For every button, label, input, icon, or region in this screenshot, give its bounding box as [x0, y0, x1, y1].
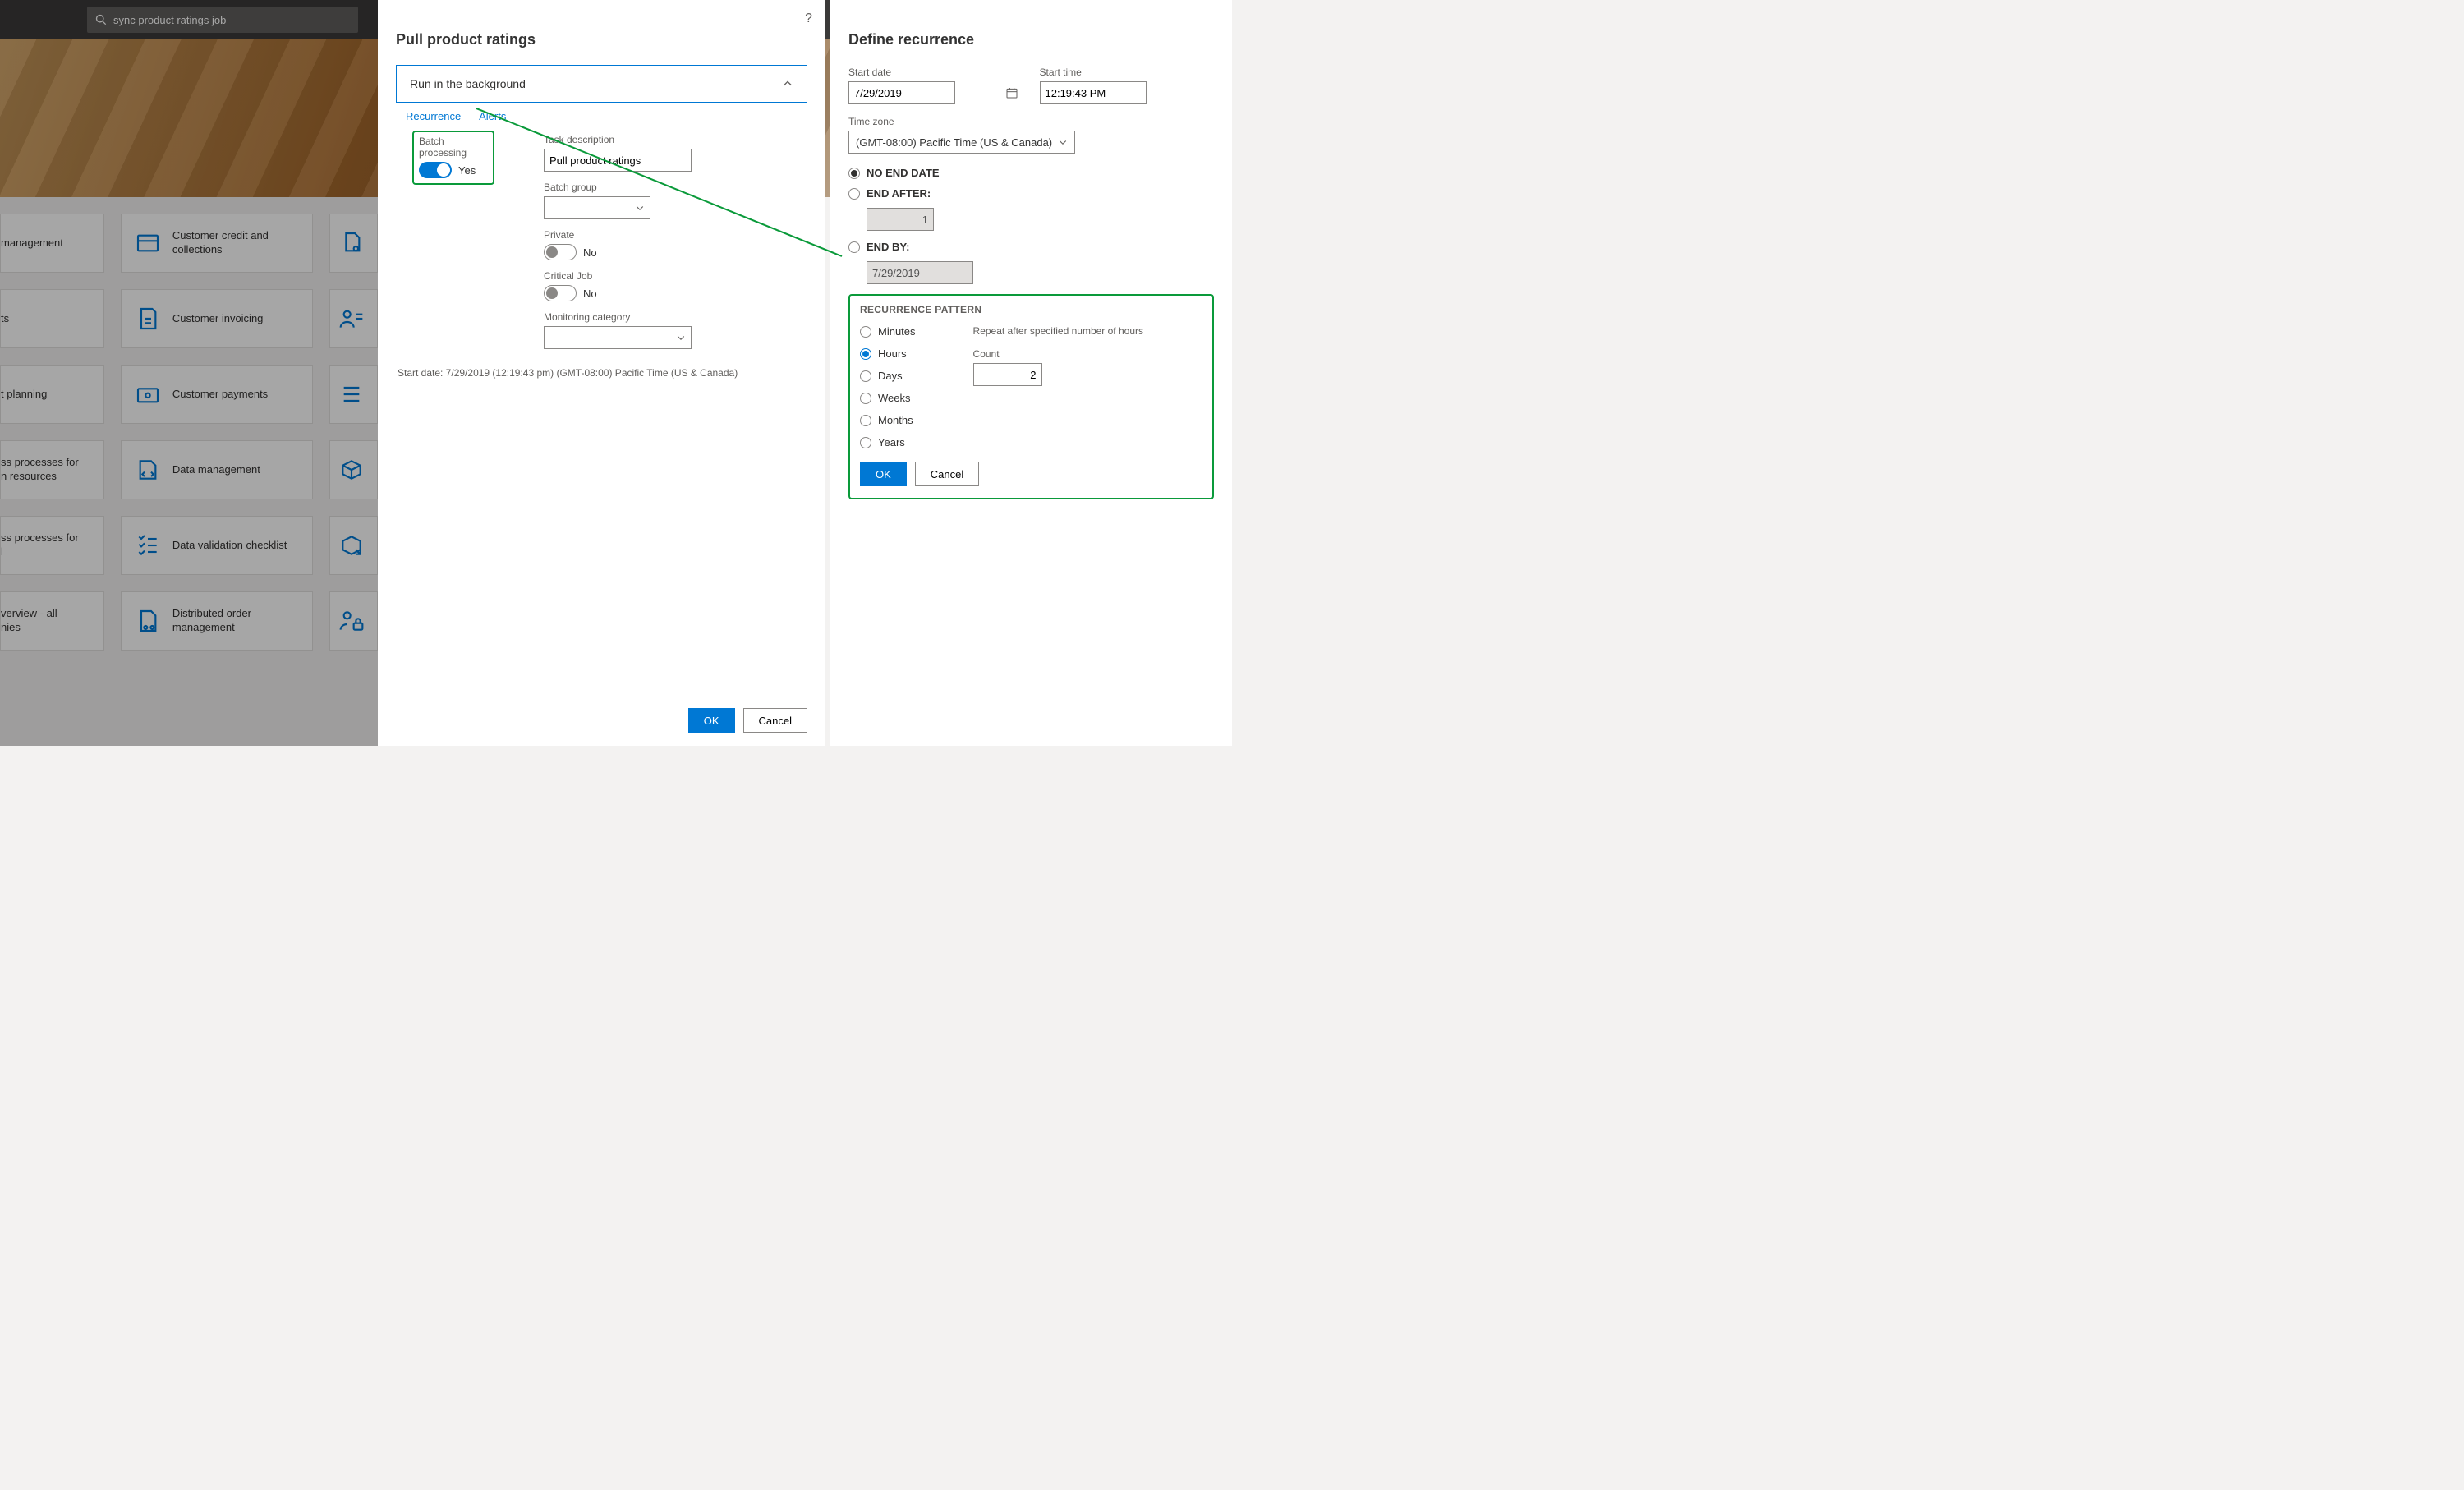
critical-toggle[interactable]	[544, 285, 577, 301]
start-date-input[interactable]	[848, 81, 955, 104]
batch-processing-value: Yes	[458, 164, 476, 177]
chevron-down-icon	[1058, 137, 1068, 147]
pattern-minutes[interactable]: Minutes	[860, 325, 916, 338]
pattern-years[interactable]: Years	[860, 436, 916, 448]
radio-icon	[860, 415, 871, 426]
radio-icon	[860, 348, 871, 360]
recurrence-cancel-button[interactable]: Cancel	[915, 462, 979, 486]
no-end-date-option[interactable]: NO END DATE	[848, 167, 1214, 179]
critical-value: No	[583, 287, 597, 300]
start-date-label: Start date	[848, 67, 1023, 78]
mid-ok-button[interactable]: OK	[688, 708, 735, 733]
end-by-input	[867, 261, 973, 284]
pattern-options: Minutes Hours Days Weeks Months Years	[860, 325, 916, 458]
radio-icon	[848, 188, 860, 200]
radio-icon	[860, 393, 871, 404]
accordion-header[interactable]: Run in the background	[397, 66, 807, 102]
monitoring-label: Monitoring category	[544, 311, 807, 323]
critical-label: Critical Job	[544, 270, 807, 282]
accordion-title: Run in the background	[410, 77, 526, 90]
calendar-icon[interactable]	[1005, 86, 1018, 99]
end-after-label: END AFTER:	[867, 187, 931, 200]
task-description-input[interactable]	[544, 149, 692, 172]
recurrence-pattern-highlight: RECURRENCE PATTERN Minutes Hours Days We…	[848, 294, 1214, 499]
start-time-input[interactable]	[1040, 81, 1147, 104]
start-date-status: Start date: 7/29/2019 (12:19:43 pm) (GMT…	[378, 359, 825, 387]
timezone-label: Time zone	[848, 116, 1214, 127]
end-by-option[interactable]: END BY:	[848, 241, 1214, 253]
batch-processing-label: Batch processing	[419, 136, 488, 159]
recurrence-link[interactable]: Recurrence	[406, 110, 461, 122]
pattern-weeks[interactable]: Weeks	[860, 392, 916, 404]
end-by-label: END BY:	[867, 241, 909, 253]
define-recurrence-panel: Define recurrence Start date Start time …	[830, 0, 1232, 746]
no-end-date-label: NO END DATE	[867, 167, 940, 179]
radio-icon	[848, 168, 860, 179]
task-description-label: Task description	[544, 134, 807, 145]
start-time-label: Start time	[1040, 67, 1215, 78]
sublinks: Recurrence Alerts	[378, 103, 825, 126]
batch-group-label: Batch group	[544, 182, 807, 193]
recurrence-pattern-title: RECURRENCE PATTERN	[860, 304, 1202, 315]
panel-title: Pull product ratings	[378, 0, 825, 65]
alerts-link[interactable]: Alerts	[479, 110, 506, 122]
help-icon[interactable]: ?	[805, 11, 812, 26]
pattern-months[interactable]: Months	[860, 414, 916, 426]
batch-processing-toggle[interactable]	[419, 162, 452, 178]
radio-icon	[860, 370, 871, 382]
end-after-input	[867, 208, 934, 231]
private-label: Private	[544, 229, 807, 241]
batch-group-select[interactable]	[544, 196, 650, 219]
pattern-days[interactable]: Days	[860, 370, 916, 382]
radio-icon	[860, 437, 871, 448]
radio-icon	[848, 241, 860, 253]
count-input[interactable]	[973, 363, 1042, 386]
timezone-select[interactable]: (GMT-08:00) Pacific Time (US & Canada)	[848, 131, 1075, 154]
batch-processing-highlight: Batch processing Yes	[412, 131, 494, 185]
run-background-accordion: Run in the background	[396, 65, 807, 103]
recurrence-ok-button[interactable]: OK	[860, 462, 907, 486]
mid-cancel-button[interactable]: Cancel	[743, 708, 807, 733]
recurrence-title: Define recurrence	[848, 31, 1214, 48]
private-value: No	[583, 246, 597, 259]
monitoring-select[interactable]	[544, 326, 692, 349]
count-label: Count	[973, 348, 1143, 360]
pattern-hint: Repeat after specified number of hours	[973, 325, 1143, 337]
end-after-option[interactable]: END AFTER:	[848, 187, 1214, 200]
modal-overlay	[0, 0, 382, 746]
radio-icon	[860, 326, 871, 338]
pull-product-ratings-panel: ? Pull product ratings Run in the backgr…	[378, 0, 825, 746]
timezone-value: (GMT-08:00) Pacific Time (US & Canada)	[856, 136, 1052, 149]
pattern-hours[interactable]: Hours	[860, 347, 916, 360]
private-toggle[interactable]	[544, 244, 577, 260]
chevron-up-icon	[782, 78, 793, 90]
